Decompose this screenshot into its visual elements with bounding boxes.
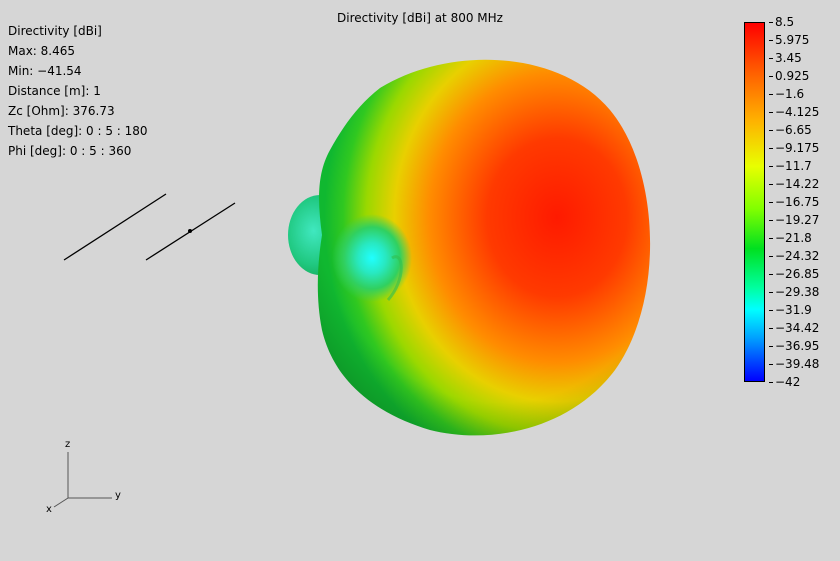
axis-label-y: y (115, 490, 121, 501)
colorbar-tick-label: −19.27 (769, 214, 819, 226)
info-phi: Phi [deg]: 0 : 5 : 360 (8, 144, 132, 158)
antenna-wire-left (63, 193, 167, 261)
colorbar-tick-label: −1.6 (769, 88, 804, 100)
colorbar-tick-label: −42 (769, 376, 800, 388)
info-impedance: Zc [Ohm]: 376.73 (8, 104, 115, 118)
colorbar-tick-label: 8.5 (769, 16, 794, 28)
colorbar-tick-label: −6.65 (769, 124, 812, 136)
info-panel: Directivity [dBi] Max: 8.465 Min: −41.54… (8, 21, 148, 161)
colorbar-tick-label: −11.7 (769, 160, 812, 172)
colorbar-tick-label: −21.8 (769, 232, 812, 244)
colorbar-tick-label: −36.95 (769, 340, 819, 352)
colorbar-tick-label: 3.45 (769, 52, 802, 64)
axis-label-x: x (46, 504, 52, 515)
info-max: Max: 8.465 (8, 44, 76, 58)
colorbar-tick-label: −34.42 (769, 322, 819, 334)
axes-triad (53, 452, 112, 508)
info-theta: Theta [deg]: 0 : 5 : 180 (8, 124, 148, 138)
antenna-feed-point (188, 229, 192, 233)
info-quantity: Directivity [dBi] (8, 24, 102, 38)
colorbar-tick-label: −9.175 (769, 142, 819, 154)
colorbar-tick-label: −39.48 (769, 358, 819, 370)
colorbar-tick-label: −14.22 (769, 178, 819, 190)
colorbar-tick-label: 0.925 (769, 70, 809, 82)
colorbar-gradient (744, 22, 765, 382)
colorbar-tick-label: −4.125 (769, 106, 819, 118)
info-min: Min: −41.54 (8, 64, 82, 78)
colorbar-tick-label: −29.38 (769, 286, 819, 298)
colorbar-tick-label: −16.75 (769, 196, 819, 208)
colorbar-tick-label: −26.85 (769, 268, 819, 280)
axis-label-z: z (65, 439, 71, 450)
colorbar-tick-label: 5.975 (769, 34, 809, 46)
colorbar-tick-label: −31.9 (769, 304, 812, 316)
info-distance: Distance [m]: 1 (8, 84, 101, 98)
colorbar-tick-label: −24.32 (769, 250, 819, 262)
